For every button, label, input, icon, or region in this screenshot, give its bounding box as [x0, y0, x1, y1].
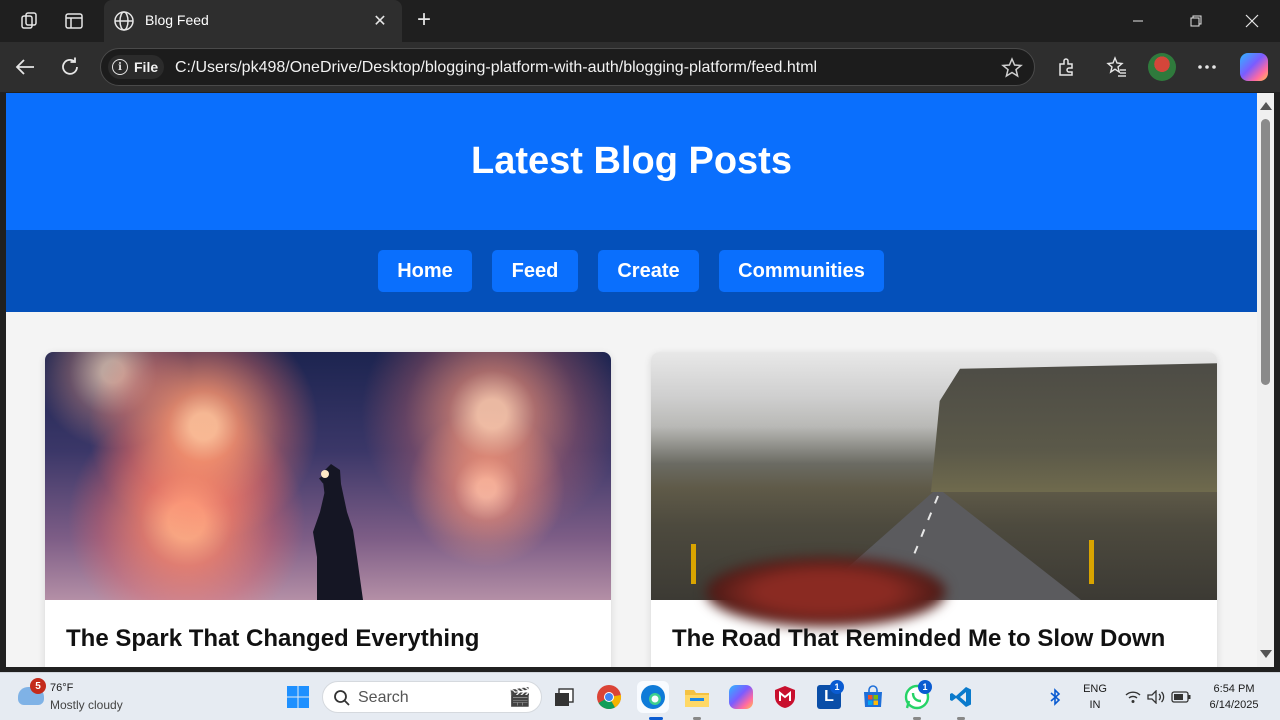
battery-icon[interactable]	[1169, 681, 1193, 713]
more-options-icon[interactable]	[1192, 53, 1222, 81]
clapperboard-icon: 🎬	[508, 687, 531, 707]
address-bar[interactable]: i File C:/Users/pk498/OneDrive/Desktop/b…	[100, 48, 1035, 86]
site-nav: Home Feed Create Communities	[6, 230, 1257, 312]
nav-create-link[interactable]: Create	[598, 250, 699, 292]
copilot-icon[interactable]	[1240, 53, 1268, 81]
nav-communities-link[interactable]: Communities	[719, 250, 884, 292]
file-explorer-icon[interactable]	[681, 681, 713, 713]
search-icon	[334, 690, 350, 706]
post-image-fireworks	[45, 352, 611, 600]
weather-condition[interactable]: Mostly cloudy	[50, 698, 123, 712]
post-card[interactable]: The Road That Reminded Me to Slow Down	[651, 352, 1217, 667]
back-icon[interactable]	[10, 53, 40, 81]
weather-badge: 5	[30, 678, 46, 694]
outlook-badge: 1	[830, 680, 844, 694]
nav-home-link[interactable]: Home	[378, 250, 472, 292]
refresh-icon[interactable]	[55, 53, 85, 81]
windows-taskbar: 76°F Mostly cloudy Search 🎬 L 1 1 ENG IN…	[0, 672, 1280, 720]
favorite-star-icon[interactable]	[1000, 56, 1024, 80]
close-window-icon[interactable]	[1224, 0, 1280, 42]
bluetooth-icon[interactable]	[1041, 681, 1069, 713]
taskbar-search[interactable]: Search 🎬	[322, 681, 542, 713]
scroll-down-icon[interactable]	[1260, 650, 1272, 658]
scroll-up-icon[interactable]	[1260, 102, 1272, 110]
restore-icon[interactable]	[1168, 0, 1224, 42]
region-indicator[interactable]: IN	[1079, 699, 1111, 711]
site-info-label: File	[134, 59, 159, 75]
close-tab-icon[interactable]: ✕	[368, 9, 392, 33]
microsoft-store-icon[interactable]	[857, 681, 889, 713]
post-title[interactable]: The Road That Reminded Me to Slow Down	[672, 625, 1165, 653]
task-view-icon[interactable]	[548, 681, 580, 713]
page-title: Latest Blog Posts	[471, 140, 792, 182]
page-viewport: Latest Blog Posts Home Feed Create Commu…	[6, 93, 1257, 667]
browser-titlebar: Blog Feed ✕ +	[0, 0, 1280, 42]
profile-avatar[interactable]	[1148, 53, 1176, 81]
clock-date[interactable]: 6/14/2025	[1200, 699, 1268, 711]
post-image-road	[651, 352, 1217, 627]
whatsapp-badge: 1	[918, 680, 932, 694]
scroll-thumb[interactable]	[1261, 119, 1270, 385]
favorites-icon[interactable]	[1102, 53, 1132, 81]
windows-start-icon[interactable]	[282, 681, 314, 713]
info-icon: i	[112, 59, 128, 75]
language-indicator[interactable]: ENG	[1079, 683, 1111, 695]
copilot-app-icon[interactable]	[725, 681, 757, 713]
minimize-icon[interactable]	[1110, 0, 1166, 42]
new-tab-icon[interactable]: +	[410, 8, 438, 34]
vscode-icon[interactable]	[945, 681, 977, 713]
post-card[interactable]: The Spark That Changed Everything	[45, 352, 611, 667]
globe-icon	[114, 11, 134, 31]
blurred-foreground	[706, 557, 946, 627]
browser-toolbar: i File C:/Users/pk498/OneDrive/Desktop/b…	[0, 42, 1280, 92]
tab-blog-feed[interactable]: Blog Feed ✕	[104, 0, 402, 42]
url-text[interactable]: C:/Users/pk498/OneDrive/Desktop/blogging…	[175, 59, 817, 77]
chrome-icon[interactable]	[593, 681, 625, 713]
extensions-icon[interactable]	[1052, 53, 1082, 81]
weather-temperature[interactable]: 76°F	[50, 682, 73, 694]
mcafee-icon[interactable]	[769, 681, 801, 713]
edge-icon[interactable]	[637, 681, 669, 713]
workspaces-icon[interactable]	[15, 8, 43, 34]
search-label: Search	[358, 689, 409, 706]
wifi-icon[interactable]	[1122, 681, 1144, 713]
tab-title: Blog Feed	[145, 12, 209, 28]
site-header: Latest Blog Posts	[6, 93, 1257, 230]
nav-feed-link[interactable]: Feed	[492, 250, 578, 292]
post-title[interactable]: The Spark That Changed Everything	[66, 625, 479, 653]
page-scrollbar[interactable]	[1257, 93, 1274, 667]
site-info-button[interactable]: i File	[108, 55, 165, 79]
volume-icon[interactable]	[1145, 681, 1167, 713]
clock-time[interactable]: 6:54 PM	[1200, 683, 1268, 695]
tab-actions-icon[interactable]	[60, 8, 88, 34]
